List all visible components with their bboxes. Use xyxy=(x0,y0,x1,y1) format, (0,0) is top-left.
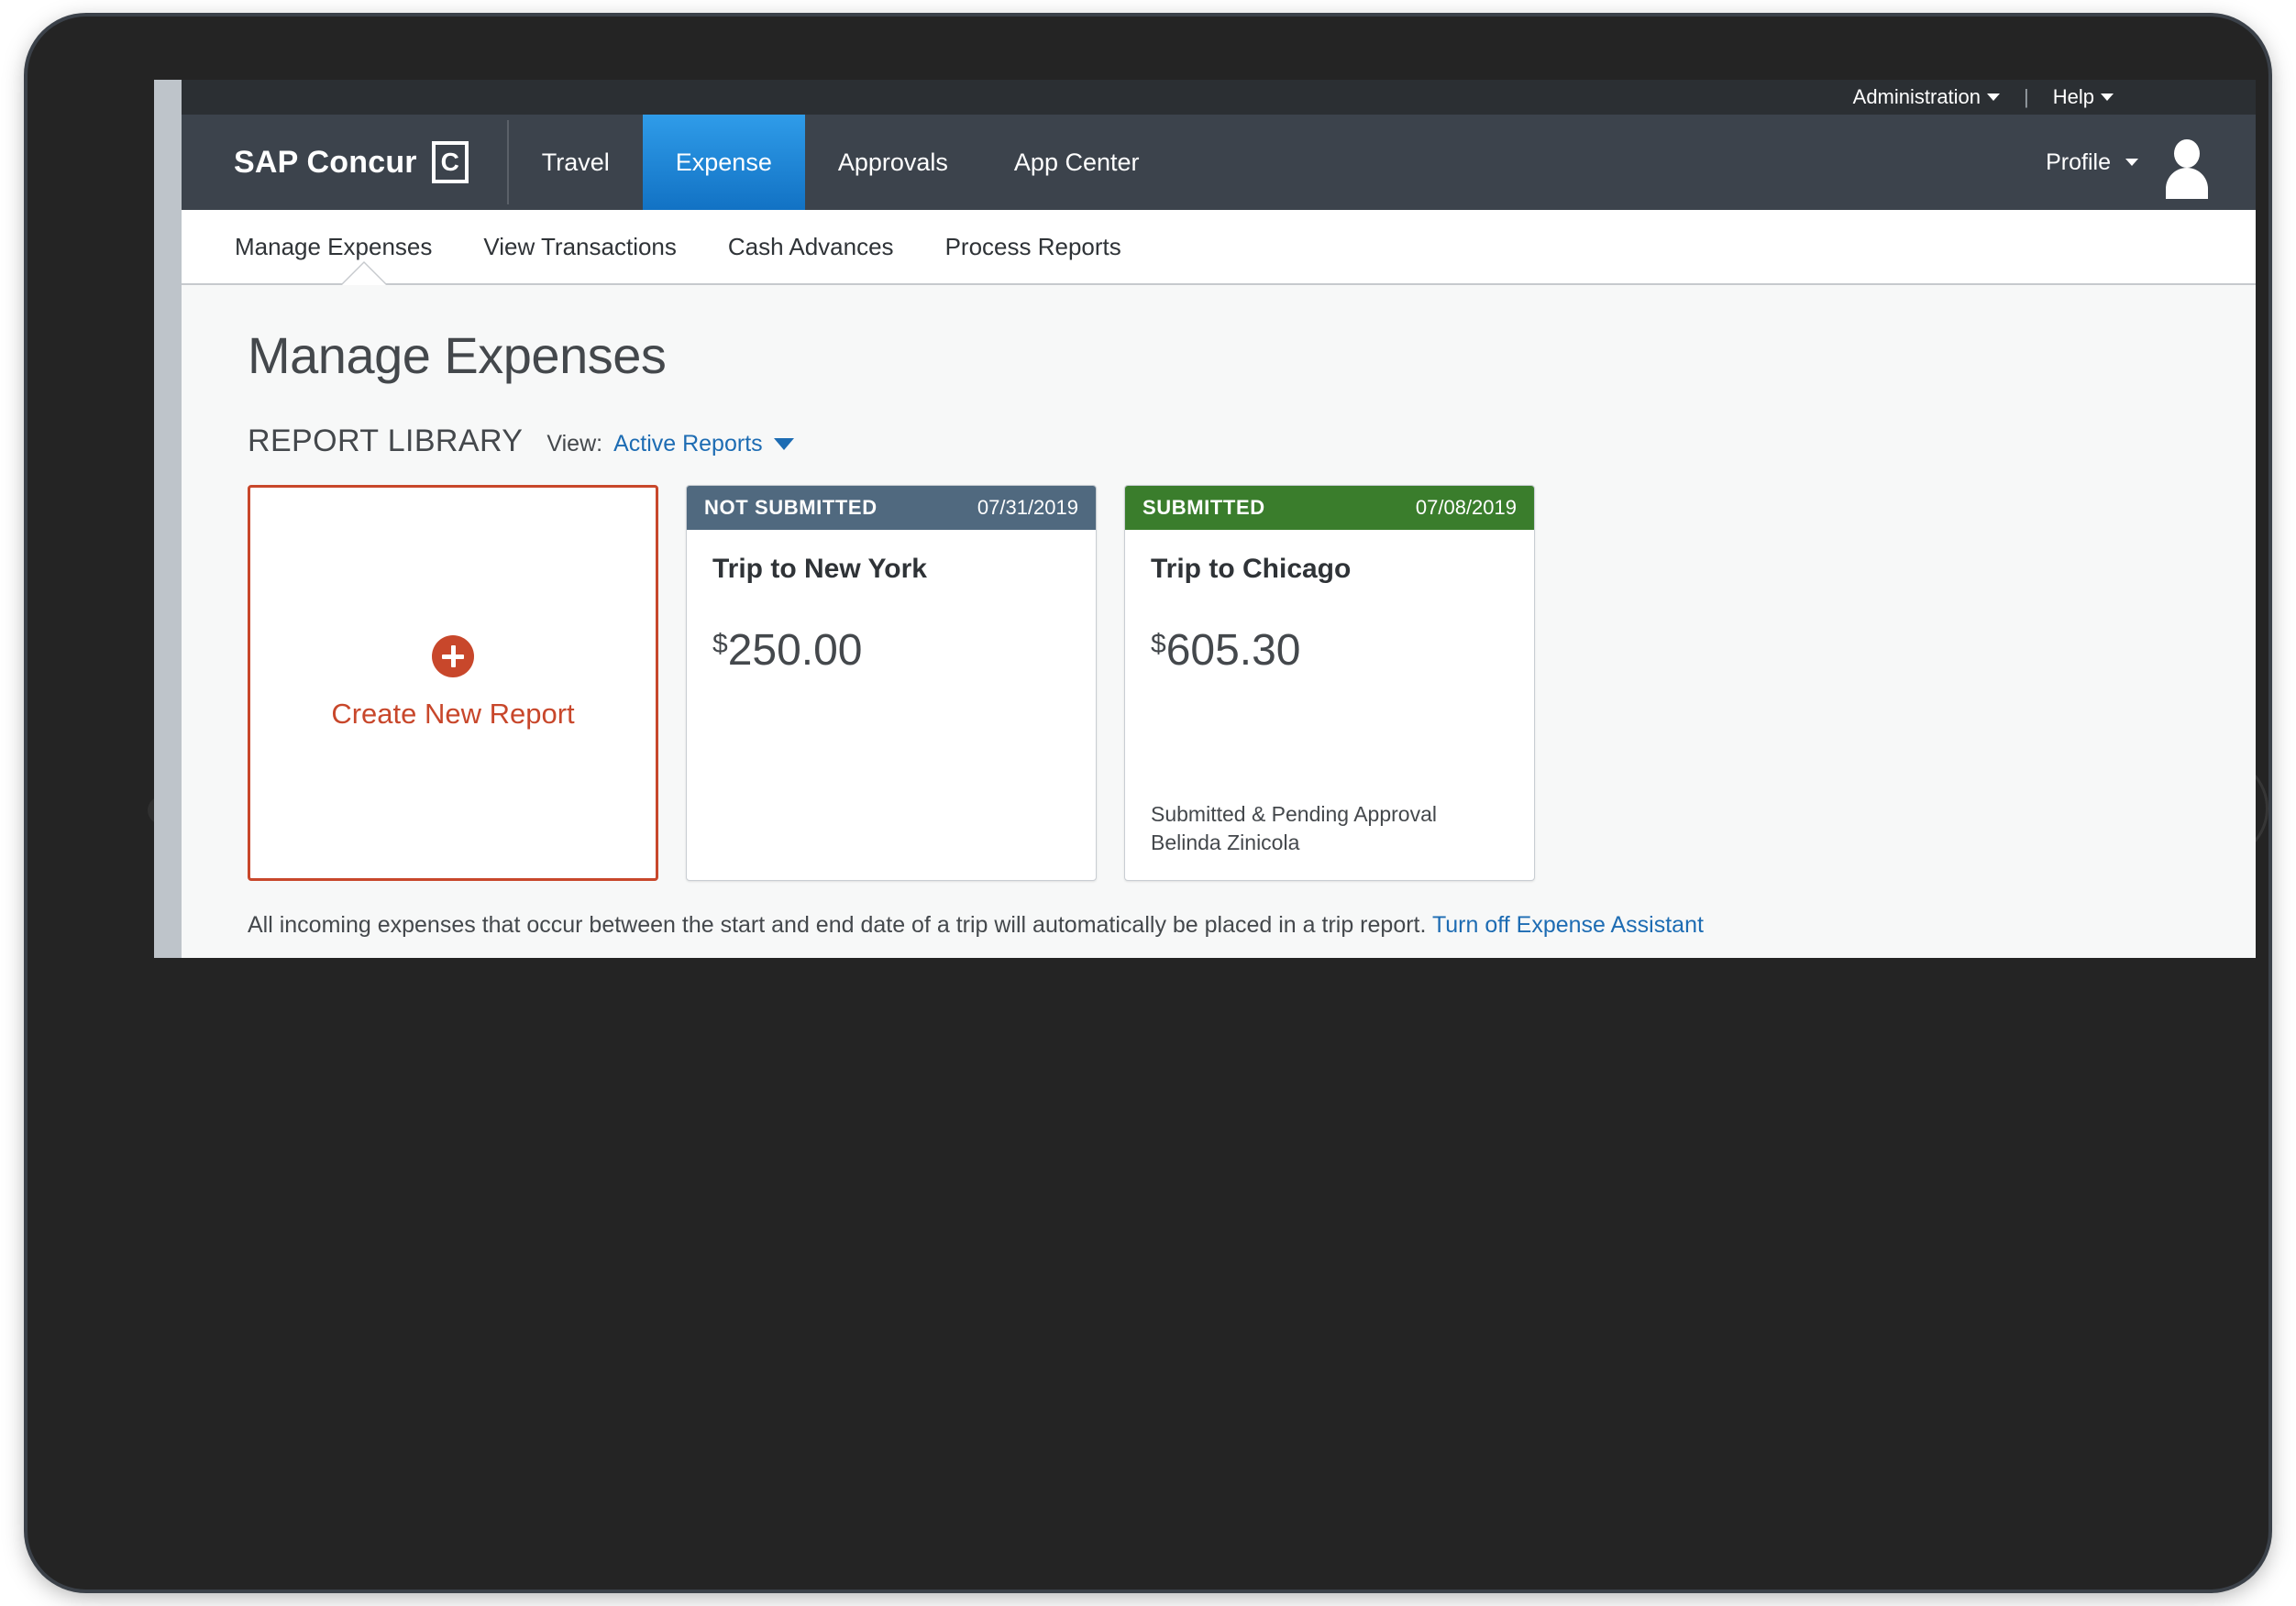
avatar[interactable] xyxy=(2162,138,2212,199)
chevron-down-icon xyxy=(2101,94,2114,101)
report-name: Trip to New York xyxy=(712,554,927,584)
report-meta-line-2: Belinda Zinicola xyxy=(1151,830,1300,855)
chevron-down-icon xyxy=(2125,159,2138,166)
brand-name: SAP Concur xyxy=(234,144,417,180)
avatar-head xyxy=(2174,139,2200,168)
report-card-list: Create New Report NOT SUBMITTED 07/31/20… xyxy=(248,485,2256,881)
report-amount-value: 605.30 xyxy=(1165,626,1301,675)
page-scrollbar[interactable] xyxy=(154,80,182,958)
report-amount-value: 250.00 xyxy=(727,626,863,675)
report-status-bar: SUBMITTED 07/08/2019 xyxy=(1125,486,1534,530)
utility-separator: | xyxy=(2024,85,2029,108)
report-card[interactable]: SUBMITTED 07/08/2019 Trip to Chicago $60… xyxy=(1124,485,1535,881)
report-library-view-select[interactable]: Active Reports xyxy=(613,431,794,457)
report-date: 07/31/2019 xyxy=(977,496,1078,519)
chevron-down-icon xyxy=(773,438,794,450)
nav-tab-expense[interactable]: Expense xyxy=(642,115,805,210)
profile-menu[interactable]: Profile xyxy=(2046,149,2138,176)
report-card-body: Trip to Chicago $605.30 Submitted & Pend… xyxy=(1125,530,1534,880)
help-menu[interactable]: Help xyxy=(2053,87,2114,107)
expense-assistant-text: All incoming expenses that occur between… xyxy=(248,912,1427,938)
concur-logo-letter: C xyxy=(440,148,459,176)
subnav-item-cash-advances[interactable]: Cash Advances xyxy=(728,233,894,261)
nav-right-group: Profile xyxy=(2046,115,2256,210)
help-label: Help xyxy=(2052,85,2094,108)
report-currency-symbol: $ xyxy=(1151,629,1166,659)
report-name: Trip to Chicago xyxy=(1151,554,1352,584)
subnav-item-manage-expenses[interactable]: Manage Expenses xyxy=(235,233,432,261)
main-navigation: SAP Concur C Travel Expense Approvals Ap… xyxy=(182,115,2256,210)
report-meta-line-1: Submitted & Pending Approval xyxy=(1151,801,1437,826)
create-new-report-card[interactable]: Create New Report xyxy=(248,485,658,881)
plus-circle-icon xyxy=(432,635,474,677)
nav-tab-travel[interactable]: Travel xyxy=(509,115,643,210)
administration-menu[interactable]: Administration xyxy=(1852,85,2001,108)
expense-assistant-note: All incoming expenses that occur between… xyxy=(248,912,2256,939)
report-library-view-label: View: xyxy=(546,431,603,456)
concur-c-logo-icon: C xyxy=(431,141,469,183)
turn-off-expense-assistant-link[interactable]: Turn off Expense Assistant xyxy=(1432,912,1704,938)
administration-label: Administration xyxy=(1852,85,1981,108)
report-date: 07/08/2019 xyxy=(1415,496,1517,519)
tablet-device-frame: Administration | Help SAP Concur C Trave xyxy=(28,16,2268,1590)
subnav-item-process-reports[interactable]: Process Reports xyxy=(945,233,1121,261)
chevron-down-icon xyxy=(1987,94,2001,101)
report-card-body: Trip to New York $250.00 xyxy=(687,530,1096,880)
sub-navigation: Manage Expenses View Transactions Cash A… xyxy=(182,210,2256,285)
avatar-body xyxy=(2166,168,2208,199)
subnav-item-view-transactions[interactable]: View Transactions xyxy=(483,233,677,261)
report-library-title: REPORT LIBRARY xyxy=(248,424,524,458)
utility-bar: Administration | Help xyxy=(182,80,2256,115)
active-tab-indicator xyxy=(342,263,386,285)
nav-tab-approvals[interactable]: Approvals xyxy=(805,115,981,210)
tablet-screen: Administration | Help SAP Concur C Trave xyxy=(154,80,2256,958)
report-currency-symbol: $ xyxy=(712,629,728,659)
nav-tab-app-center[interactable]: App Center xyxy=(981,115,1173,210)
browser-viewport: Administration | Help SAP Concur C Trave xyxy=(182,80,2256,958)
report-amount: $605.30 xyxy=(1151,629,1508,673)
report-status-bar: NOT SUBMITTED 07/31/2019 xyxy=(687,486,1096,530)
report-status-badge: NOT SUBMITTED xyxy=(704,496,878,519)
report-meta: Submitted & Pending Approval Belinda Zin… xyxy=(1151,800,1508,858)
profile-label: Profile xyxy=(2046,148,2111,175)
page-title: Manage Expenses xyxy=(248,326,667,384)
create-new-report-label: Create New Report xyxy=(331,698,575,730)
report-library-view-value: Active Reports xyxy=(613,431,763,456)
report-card[interactable]: NOT SUBMITTED 07/31/2019 Trip to New Yor… xyxy=(686,485,1097,881)
brand-logo[interactable]: SAP Concur C xyxy=(182,115,509,210)
report-amount: $250.00 xyxy=(712,629,1070,673)
report-status-badge: SUBMITTED xyxy=(1142,496,1265,519)
page-content: Manage Expenses REPORT LIBRARY View: Act… xyxy=(182,325,2256,958)
report-library-header: REPORT LIBRARY View: Active Reports xyxy=(248,424,2256,459)
